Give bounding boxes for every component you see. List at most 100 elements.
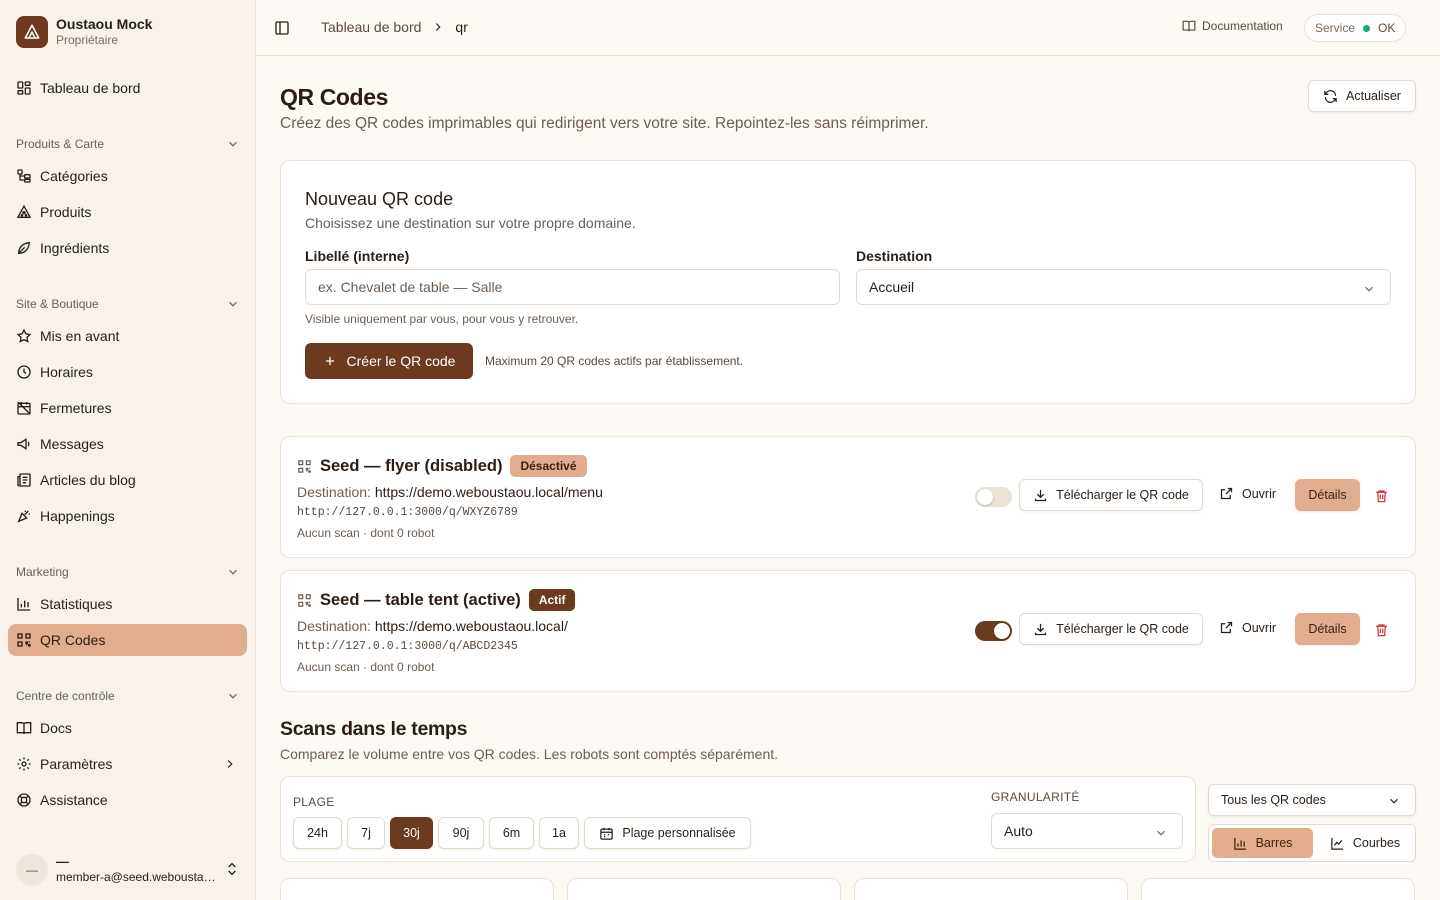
details-button[interactable]: Détails — [1295, 613, 1360, 645]
granularity-select[interactable]: Auto — [991, 813, 1183, 849]
qr-destination-label: Destination: — [297, 618, 371, 634]
qr-destination-url: https://demo.weboustaou.local/ — [374, 618, 568, 634]
download-qr-button[interactable]: Télécharger le QR code — [1019, 613, 1203, 645]
bar-chart-icon — [1233, 837, 1246, 850]
sidebar-item-label: Statistiques — [40, 596, 113, 612]
destination-select[interactable]: Accueil — [856, 269, 1391, 305]
download-icon — [1035, 623, 1047, 635]
download-icon — [1035, 489, 1047, 501]
granularity-label: GRANULARITÉ — [991, 790, 1080, 804]
qr-code-icon — [298, 459, 311, 473]
service-label: Service — [1315, 21, 1356, 35]
categories-icon — [17, 169, 31, 183]
sidebar-item-docs[interactable]: Docs — [8, 712, 247, 744]
documentation-link[interactable]: Documentation — [1182, 19, 1283, 33]
qr-stats: Aucun scan · dont 0 robot — [297, 526, 435, 540]
calendar-icon — [600, 827, 614, 840]
refresh-label: Actualiser — [1346, 89, 1401, 103]
sidebar-item-label: Docs — [40, 720, 72, 736]
create-qr-button[interactable]: Créer le QR code — [305, 343, 473, 379]
sidebar-item-settings[interactable]: Paramètres — [8, 748, 247, 780]
sidebar-toggle-icon[interactable] — [274, 20, 290, 36]
range-chip-30j[interactable]: 30j — [390, 817, 433, 849]
brand-name: Oustaou Mock — [56, 16, 153, 32]
qr-destination-label: Destination: — [297, 484, 371, 500]
range-chip-7j[interactable]: 7j — [347, 817, 385, 849]
section-title: Produits & Carte — [16, 137, 105, 151]
section-control-header[interactable]: Centre de contrôle — [16, 686, 240, 706]
sidebar-item-products[interactable]: Produits — [8, 196, 247, 228]
range-chip-90j[interactable]: 90j — [438, 817, 484, 849]
sidebar-item-happenings[interactable]: Happenings — [8, 500, 247, 532]
brand-logo-icon — [16, 16, 48, 48]
view-lines-button[interactable]: Courbes — [1317, 828, 1413, 858]
label-field-label: Libellé (interne) — [305, 248, 410, 264]
user-menu[interactable]: — — member-a@seed.weboustaou.local — [16, 852, 240, 888]
label-input[interactable] — [305, 269, 840, 305]
open-link[interactable]: Ouvrir — [1219, 486, 1276, 501]
line-chart-icon — [1331, 837, 1343, 850]
sidebar-item-blog[interactable]: Articles du blog — [8, 464, 247, 496]
sidebar-item-ingredients[interactable]: Ingrédients — [8, 232, 247, 264]
open-label: Ouvrir — [1242, 486, 1277, 501]
refresh-button[interactable]: Actualiser — [1308, 80, 1416, 112]
breadcrumb-current: qr — [455, 19, 468, 35]
qr-name: Seed — flyer (disabled) — [320, 456, 503, 475]
qr-destination: Destination: https://demo.weboustaou.loc… — [297, 618, 568, 634]
leaf-icon — [17, 241, 31, 255]
sidebar-item-categories[interactable]: Catégories — [8, 160, 247, 192]
sidebar-item-qr-codes[interactable]: QR Codes — [8, 624, 247, 656]
user-email: member-a@seed.weboustaou.local — [56, 870, 216, 884]
trash-icon[interactable] — [1374, 488, 1389, 504]
sidebar-item-label: Catégories — [40, 168, 108, 184]
stat-card — [854, 878, 1128, 900]
qr-enabled-toggle[interactable] — [975, 621, 1012, 641]
custom-range-button[interactable]: Plage personnalisée — [584, 817, 751, 849]
sidebar-item-hours[interactable]: Horaires — [8, 356, 247, 388]
section-site-header[interactable]: Site & Boutique — [16, 294, 240, 314]
open-link[interactable]: Ouvrir — [1219, 620, 1276, 635]
sidebar-item-support[interactable]: Assistance — [8, 784, 247, 816]
view-bars-label: Barres — [1255, 836, 1293, 850]
party-icon — [17, 510, 30, 523]
qr-code-icon — [17, 633, 31, 647]
qr-name: Seed — table tent (active) — [320, 590, 521, 609]
qr-enabled-toggle[interactable] — [975, 487, 1012, 507]
destination-value: Accueil — [869, 279, 915, 295]
qr-stats: Aucun scan · dont 0 robot — [297, 660, 435, 674]
sidebar-item-featured[interactable]: Mis en avant — [8, 320, 247, 352]
download-qr-button[interactable]: Télécharger le QR code — [1019, 479, 1203, 511]
view-lines-label: Courbes — [1352, 836, 1401, 850]
pizza-icon — [16, 204, 32, 218]
dashboard-icon — [17, 81, 31, 95]
section-title: Site & Boutique — [16, 297, 99, 311]
clock-icon — [17, 365, 31, 379]
custom-range-label: Plage personnalisée — [622, 826, 736, 840]
new-qr-description: Choisissez une destination sur votre pro… — [305, 215, 636, 231]
range-chip-6m[interactable]: 6m — [489, 817, 534, 849]
range-card: PLAGE 24h 7j 30j 90j 6m 1a Plage personn… — [280, 776, 1196, 862]
range-chip-24h[interactable]: 24h — [293, 817, 342, 849]
stat-card — [567, 878, 841, 900]
section-marketing-header[interactable]: Marketing — [16, 562, 240, 582]
breadcrumb-dashboard[interactable]: Tableau de bord — [321, 19, 421, 35]
qr-filter-select[interactable]: Tous les QR codes — [1208, 784, 1416, 816]
qr-short-link[interactable]: http://127.0.0.1:3000/q/WXYZ6789 — [297, 506, 518, 519]
section-products-header[interactable]: Produits & Carte — [16, 134, 240, 154]
range-chip-1a[interactable]: 1a — [539, 817, 579, 849]
view-bars-button[interactable]: Barres — [1212, 828, 1313, 858]
page-subtitle: Créez des QR codes imprimables qui redir… — [280, 115, 929, 132]
qr-short-link[interactable]: http://127.0.0.1:3000/q/ABCD2345 — [297, 640, 518, 653]
book-open-icon — [16, 722, 32, 735]
sidebar-item-label: Produits — [40, 204, 92, 220]
documentation-label: Documentation — [1202, 19, 1283, 33]
details-button[interactable]: Détails — [1295, 479, 1360, 511]
sidebar-item-messages[interactable]: Messages — [8, 428, 247, 460]
brand-switcher[interactable]: Oustaou Mock Propriétaire — [16, 16, 152, 48]
sidebar-item-dashboard[interactable]: Tableau de bord — [8, 72, 247, 104]
sidebar-item-closures[interactable]: Fermetures — [8, 392, 247, 424]
sidebar-item-stats[interactable]: Statistiques — [8, 588, 247, 620]
status-dot-icon — [1363, 24, 1371, 32]
status-badge: Actif — [528, 589, 576, 611]
trash-icon[interactable] — [1374, 622, 1389, 638]
